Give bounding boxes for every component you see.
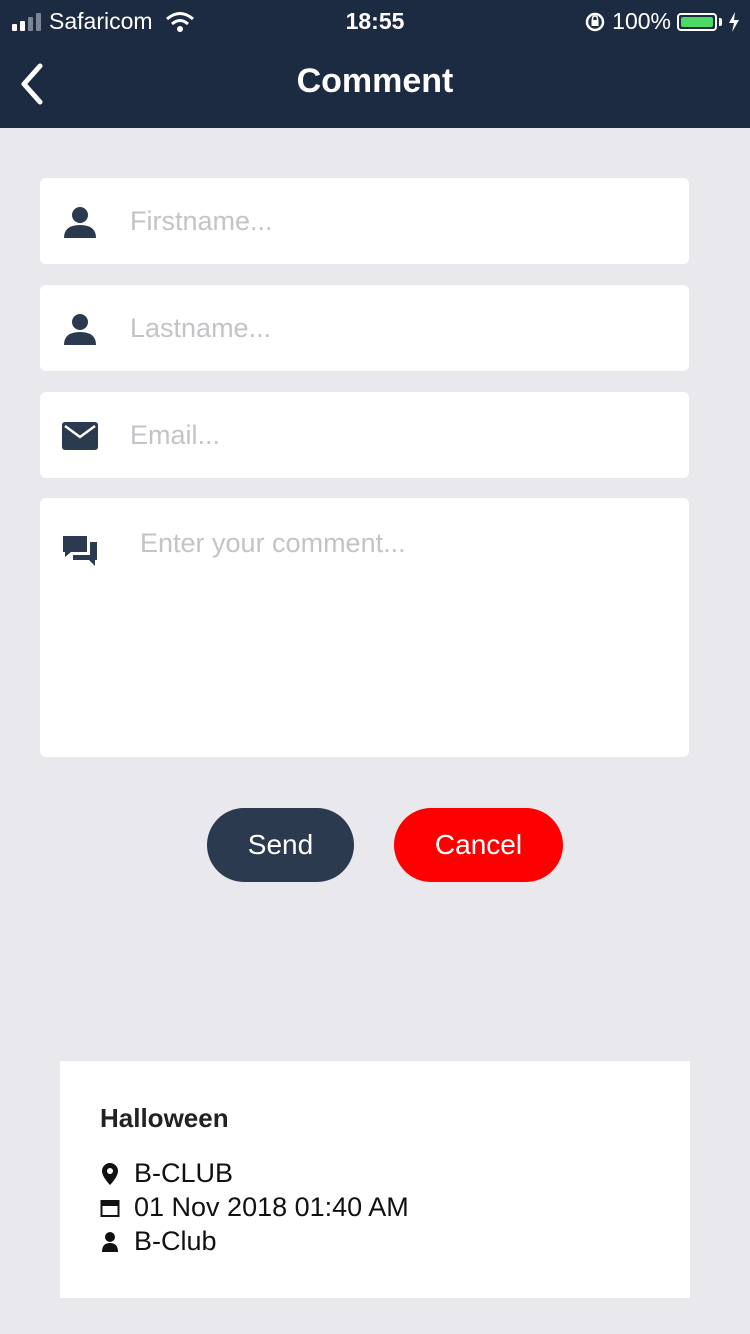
- event-datetime: 01 Nov 2018 01:40 AM: [134, 1192, 409, 1222]
- event-card: Halloween B-CLUB 01 Nov 2018 01:40 AM B-…: [60, 1061, 690, 1298]
- event-venue: B-CLUB: [134, 1158, 234, 1188]
- event-organizer: B-Club: [134, 1226, 217, 1256]
- status-right: 100%: [584, 8, 740, 35]
- firstname-field[interactable]: Firstname...: [40, 178, 689, 264]
- location-pin-icon: [102, 1162, 118, 1185]
- status-bar: Safaricom 18:55 100%: [0, 0, 750, 42]
- lastname-field[interactable]: Lastname...: [40, 285, 689, 371]
- battery-percent: 100%: [612, 8, 671, 34]
- event-organizer-row: B-Club: [100, 1226, 217, 1257]
- battery-icon: [677, 12, 717, 31]
- person-icon: [64, 314, 96, 345]
- battery-level: [681, 16, 713, 27]
- orientation-lock-icon: [585, 12, 605, 31]
- person-icon: [102, 1231, 118, 1252]
- page-title: Comment: [296, 62, 454, 100]
- charging-bolt-icon: [729, 11, 739, 32]
- firstname-placeholder: Firstname...: [130, 206, 273, 236]
- battery-tip: [719, 17, 722, 26]
- mail-icon: [62, 422, 98, 450]
- comment-placeholder: Enter your comment...: [140, 528, 406, 558]
- send-button[interactable]: Send: [207, 808, 354, 882]
- app-header: Safaricom 18:55 100% Comment: [0, 0, 750, 128]
- lastname-placeholder: Lastname...: [130, 313, 272, 343]
- cancel-button[interactable]: Cancel: [394, 808, 563, 882]
- calendar-icon: [100, 1199, 120, 1217]
- person-icon: [64, 207, 96, 238]
- comment-textarea[interactable]: Enter your comment...: [40, 498, 689, 757]
- event-venue-row: B-CLUB: [100, 1158, 233, 1189]
- chat-icon: [63, 536, 97, 566]
- email-field[interactable]: Email...: [40, 392, 689, 478]
- email-placeholder: Email...: [130, 420, 221, 450]
- event-date-row: 01 Nov 2018 01:40 AM: [100, 1192, 409, 1223]
- event-title: Halloween: [100, 1103, 229, 1133]
